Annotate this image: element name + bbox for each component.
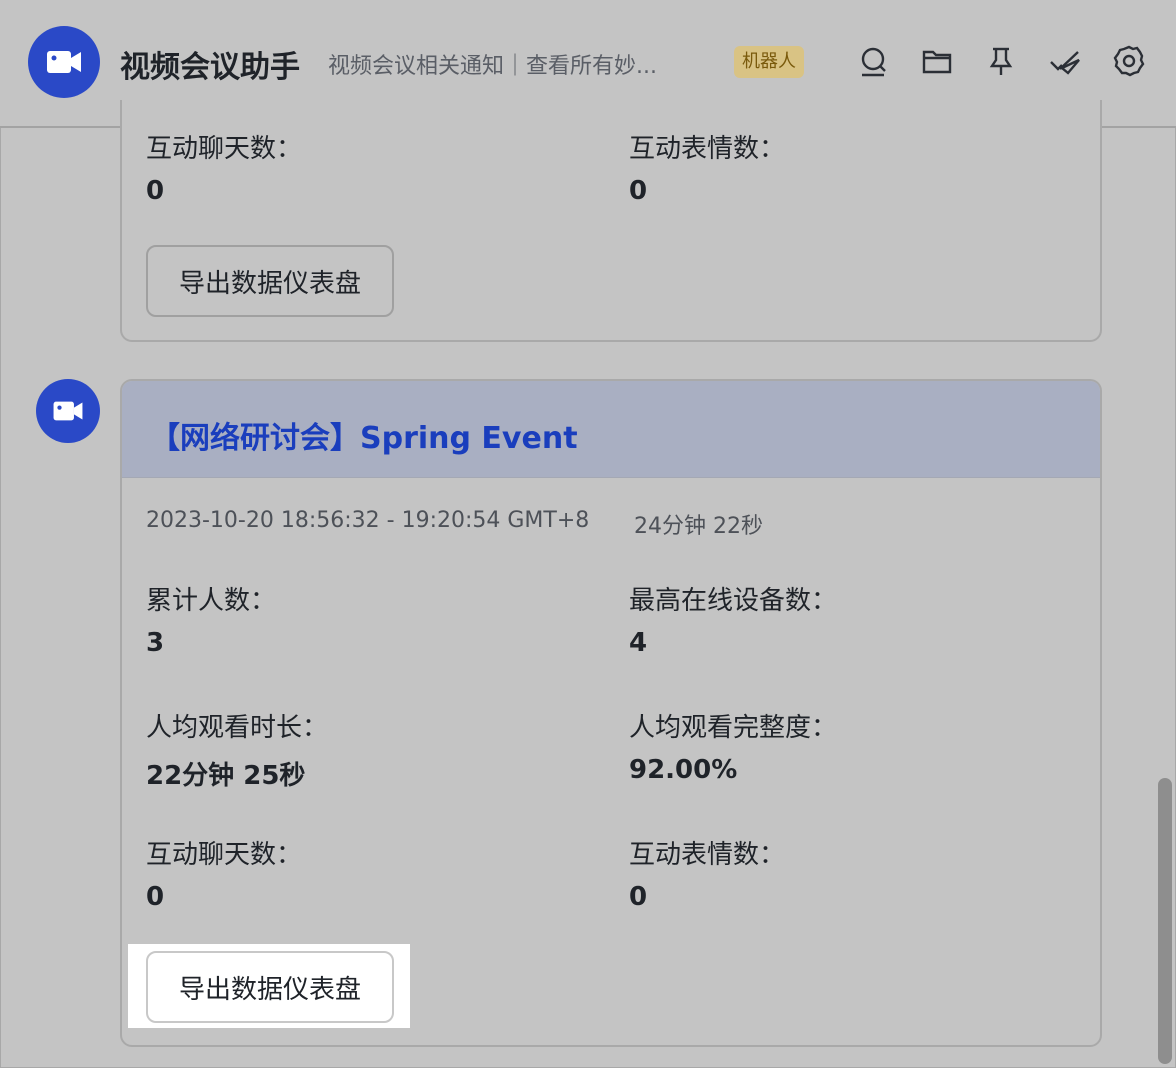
video-camera-icon — [47, 51, 81, 73]
export-dashboard-button[interactable]: 导出数据仪表盘 — [146, 245, 394, 317]
scrollbar-thumb[interactable] — [1158, 778, 1172, 1064]
stat-value-total-people: 3 — [146, 628, 165, 658]
stat-value-emoji-count: 0 — [629, 882, 648, 912]
done-check-icon[interactable] — [1048, 44, 1082, 78]
stat-value-peak-devices: 4 — [629, 628, 648, 658]
bot-avatar-small[interactable] — [36, 379, 100, 443]
stat-label-avg-completion: 人均观看完整度： — [629, 713, 838, 743]
chat-subtitle[interactable]: 视频会议相关通知｜查看所有妙... — [328, 48, 688, 80]
card-header: 【网络研讨会】Spring Event — [122, 381, 1100, 478]
export-dashboard-button[interactable]: 导出数据仪表盘 — [146, 951, 394, 1023]
chat-title: 视频会议助手 — [120, 50, 300, 85]
stat-label-total-people: 累计人数： — [146, 586, 277, 616]
stat-label: 互动表情数： — [629, 134, 786, 164]
folder-icon[interactable] — [920, 44, 954, 78]
settings-gear-icon[interactable] — [1112, 44, 1146, 78]
stat-value: 0 — [146, 176, 165, 206]
video-camera-icon — [53, 401, 83, 421]
pin-icon[interactable] — [984, 44, 1018, 78]
stat-label-avg-watch-time: 人均观看时长： — [146, 713, 329, 743]
meeting-title-link[interactable]: 【网络研讨会】Spring Event — [150, 413, 578, 457]
stat-label-chat-count: 互动聊天数： — [146, 840, 303, 870]
search-icon[interactable] — [856, 44, 890, 78]
stat-value: 0 — [629, 176, 648, 206]
stat-label-peak-devices: 最高在线设备数： — [629, 586, 838, 616]
bot-badge: 机器人 — [734, 46, 804, 78]
meeting-duration: 24分钟 22秒 — [634, 514, 763, 539]
stat-value-avg-completion: 92.00% — [629, 755, 738, 785]
stat-label: 互动聊天数： — [146, 134, 303, 164]
stat-value-chat-count: 0 — [146, 882, 165, 912]
meeting-time-range: 2023-10-20 18:56:32 - 19:20:54 GMT+8 — [146, 508, 590, 533]
bot-avatar[interactable] — [28, 26, 100, 98]
stat-value-avg-watch-time: 22分钟 25秒 — [146, 761, 306, 791]
stat-label-emoji-count: 互动表情数： — [629, 840, 786, 870]
